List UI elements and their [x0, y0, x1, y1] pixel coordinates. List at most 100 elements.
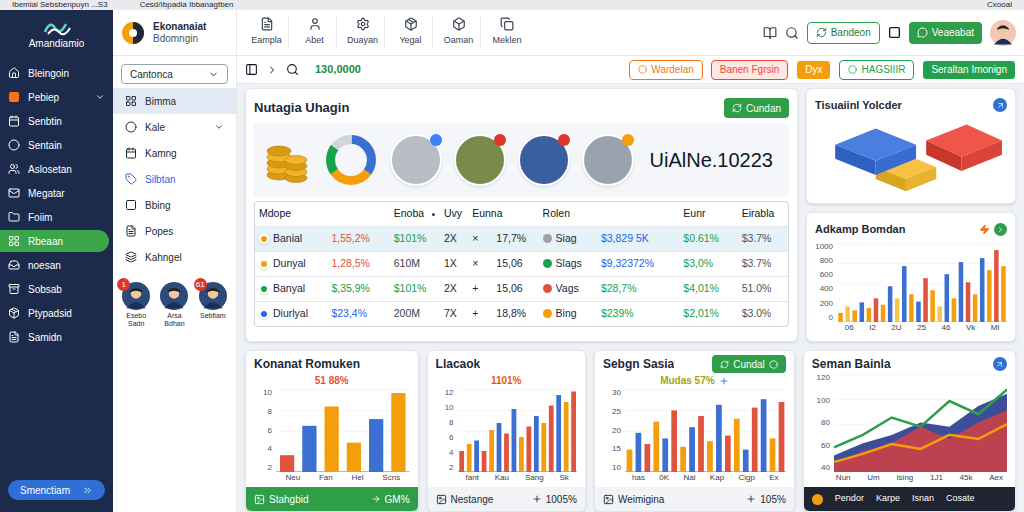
person[interactable]: Arsa Bdhan — [156, 282, 192, 328]
bar[interactable] — [945, 274, 950, 322]
column-header[interactable]: Enoba — [390, 202, 440, 226]
bar[interactable] — [680, 447, 686, 472]
bar[interactable] — [725, 436, 731, 472]
bar[interactable] — [845, 306, 850, 322]
bar[interactable] — [627, 450, 633, 472]
sidebar-item[interactable]: Foiim — [0, 206, 109, 228]
bar[interactable] — [548, 406, 553, 473]
toolbar-tool[interactable]: Duayan — [341, 17, 385, 48]
bar[interactable] — [779, 402, 785, 472]
column-header[interactable]: Rolen — [539, 202, 680, 226]
search-icon[interactable] — [785, 26, 799, 40]
nav-item[interactable]: Kamng — [113, 140, 236, 166]
bar[interactable] — [541, 423, 546, 472]
sidebar-item[interactable]: Senbtin — [0, 110, 109, 132]
photo[interactable] — [582, 134, 634, 186]
toolbar-tool[interactable]: Meklen — [485, 17, 529, 48]
search-field[interactable]: 130,0000 — [307, 60, 621, 80]
toolbar-button[interactable]: Bandeon — [807, 22, 880, 44]
bar[interactable] — [635, 433, 641, 472]
photo[interactable] — [518, 134, 570, 186]
bar[interactable] — [519, 437, 524, 472]
browser-tab[interactable]: Cesd/Ibpadla Ibbanagtben — [140, 0, 234, 10]
bar[interactable] — [369, 419, 383, 472]
bar[interactable] — [644, 444, 650, 472]
bar[interactable] — [973, 294, 978, 322]
person[interactable]: 1Esebo Sadn — [118, 282, 154, 328]
bar[interactable] — [481, 451, 486, 472]
sidebar-item[interactable]: Sobsab — [0, 278, 109, 300]
bar[interactable] — [325, 406, 339, 472]
filter-button[interactable]: Wardelan — [629, 60, 702, 80]
sidebar-footer-button[interactable]: Smenctiam — [8, 480, 105, 500]
sidebar-item[interactable]: noesan — [0, 254, 109, 276]
bar[interactable] — [511, 409, 516, 472]
nav-item[interactable]: Popes — [113, 218, 236, 244]
bar[interactable] — [923, 278, 928, 322]
bar[interactable] — [881, 304, 886, 322]
filter-button[interactable]: Banen Fgrsin — [711, 60, 788, 80]
next-button[interactable] — [994, 223, 1007, 236]
column-header[interactable]: Uvy — [440, 202, 468, 226]
bar[interactable] — [689, 427, 695, 472]
bar[interactable] — [496, 423, 501, 472]
photo[interactable] — [454, 134, 506, 186]
nav-item[interactable]: Bimma — [113, 88, 236, 114]
bar[interactable] — [895, 298, 900, 322]
bar[interactable] — [952, 298, 957, 322]
column-header[interactable]: Eirabla — [738, 202, 788, 226]
bar[interactable] — [563, 402, 568, 472]
bar[interactable] — [707, 441, 713, 472]
card-button[interactable]: Cundan — [724, 98, 789, 118]
bar[interactable] — [504, 434, 509, 473]
card-footer[interactable]: StahgbidGM% — [246, 487, 418, 511]
photo[interactable] — [390, 134, 442, 186]
bar[interactable] — [761, 399, 767, 472]
bar[interactable] — [391, 393, 405, 472]
footer-item[interactable]: Isnan — [912, 492, 934, 506]
panel-icon[interactable] — [245, 63, 258, 76]
search-icon[interactable] — [286, 63, 299, 76]
footer-item[interactable]: Cosate — [946, 492, 975, 506]
toolbar-tool[interactable]: Oaman — [437, 17, 481, 48]
open-button[interactable] — [993, 357, 1007, 371]
bar[interactable] — [909, 294, 914, 322]
sidebar-item[interactable]: Aslosetan — [0, 158, 109, 180]
bar[interactable] — [987, 270, 992, 322]
bar[interactable] — [930, 290, 935, 322]
column-header[interactable]: Eunna — [468, 202, 538, 226]
bar[interactable] — [916, 301, 921, 322]
bar[interactable] — [902, 266, 907, 322]
table-row[interactable]: Diurlyal$23,4%200M7X+18,8%Bing$239%$2,01… — [255, 301, 788, 326]
bar[interactable] — [838, 312, 843, 322]
bar[interactable] — [994, 250, 999, 322]
book-icon[interactable] — [763, 26, 777, 40]
bar[interactable] — [526, 427, 531, 473]
footer-item[interactable]: Pendor — [835, 492, 864, 506]
sidebar-item[interactable]: Sentain — [0, 134, 109, 156]
bar[interactable] — [734, 419, 740, 472]
sidebar-logo[interactable]: Amandiamio — [0, 10, 113, 62]
bar[interactable] — [698, 416, 704, 472]
filter-button[interactable]: Seraltan Imonign — [922, 60, 1016, 80]
bar[interactable] — [937, 306, 942, 322]
bar[interactable] — [533, 416, 538, 472]
bar[interactable] — [1001, 266, 1006, 322]
filter-button[interactable]: Dyx — [796, 60, 831, 80]
bar[interactable] — [874, 298, 879, 322]
nav-item[interactable]: Silbtan — [113, 166, 236, 192]
bar[interactable] — [662, 438, 668, 472]
sidebar-item[interactable]: Bleingoin — [0, 62, 109, 84]
nav-item[interactable]: Bbing — [113, 192, 236, 218]
column-header[interactable]: Mdope — [255, 202, 390, 226]
bar[interactable] — [466, 444, 471, 472]
sidebar-item[interactable]: Rbeaan — [0, 230, 109, 252]
sidebar-item[interactable]: Megatar — [0, 182, 109, 204]
bar[interactable] — [280, 455, 294, 472]
card-footer[interactable]: Weimigina105% — [595, 487, 794, 511]
browser-user[interactable]: Cxooal — [987, 0, 1012, 10]
bar[interactable] — [959, 262, 964, 322]
open-button[interactable] — [993, 98, 1007, 112]
bar[interactable] — [671, 410, 677, 472]
bar[interactable] — [752, 408, 758, 472]
